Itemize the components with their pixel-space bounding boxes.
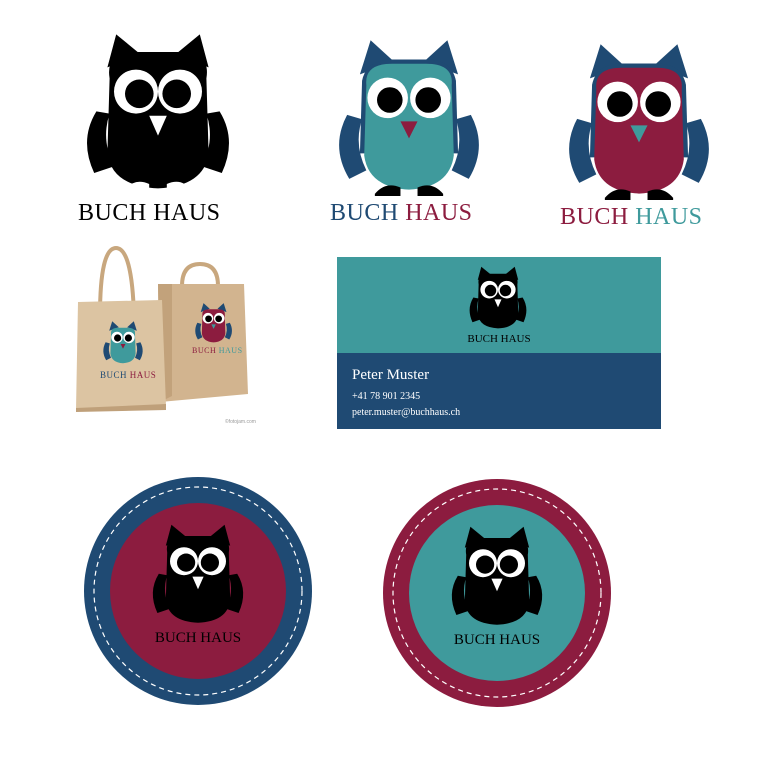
wordmark: BUCH HAUS — [78, 200, 221, 227]
owl-black-icon — [469, 266, 527, 329]
business-card: BUCH HAUS Peter Muster +41 78 901 2345 p… — [337, 257, 661, 429]
contact-name: Peter Muster — [352, 367, 430, 383]
logo-variant-crimson: BUCH HAUS — [558, 40, 723, 240]
shopping-bags-image — [76, 245, 248, 412]
wordmark: BUCH HAUS — [330, 200, 473, 227]
badge-shape — [84, 477, 312, 705]
wordmark: BUCH HAUS — [560, 204, 703, 231]
wordmark-buch: BUCH — [330, 200, 399, 226]
wordmark-haus: HAUS — [218, 346, 243, 355]
wordmark-buch: BUCH — [192, 346, 217, 355]
logo-variant-teal: BUCH HAUS — [328, 36, 493, 236]
wordmark-buch: BUCH — [78, 200, 147, 226]
wordmark-haus: HAUS — [153, 200, 221, 226]
wordmark-buch: BUCH — [100, 370, 128, 380]
contact-email: peter.muster@buchhaus.ch — [352, 407, 461, 418]
badge-shape — [383, 479, 611, 707]
card-bottom-panel: Peter Muster +41 78 901 2345 peter.muste… — [337, 353, 661, 429]
contact-phone: +41 78 901 2345 — [352, 391, 421, 402]
logo-variant-black: BUCH HAUS — [78, 30, 238, 230]
badge-crimson-teal: BUCH HAUS — [382, 478, 612, 708]
image-watermark: ©fotojam.com — [225, 419, 256, 425]
wordmark-buch: BUCH — [560, 204, 629, 230]
badge-navy-crimson: BUCH HAUS — [83, 476, 313, 706]
card-top-panel: BUCH HAUS — [337, 257, 661, 353]
badge-wordmark: BUCH HAUS — [453, 632, 541, 648]
wordmark-haus: HAUS — [405, 200, 473, 226]
badge-wordmark: BUCH HAUS — [154, 630, 242, 646]
shopping-bags-mockup: BUCH HAUS BUCH HAUS — [72, 245, 262, 432]
wordmark-haus: HAUS — [635, 204, 703, 230]
card-wordmark: BUCH HAUS — [467, 333, 531, 345]
owl-crimson-icon — [569, 44, 709, 200]
bag-back-wordmark: BUCH HAUS — [192, 346, 243, 355]
wordmark-haus: HAUS — [129, 370, 157, 380]
bag-front-wordmark: BUCH HAUS — [100, 370, 156, 380]
owl-black-icon — [87, 34, 229, 195]
owl-teal-icon — [339, 40, 479, 196]
